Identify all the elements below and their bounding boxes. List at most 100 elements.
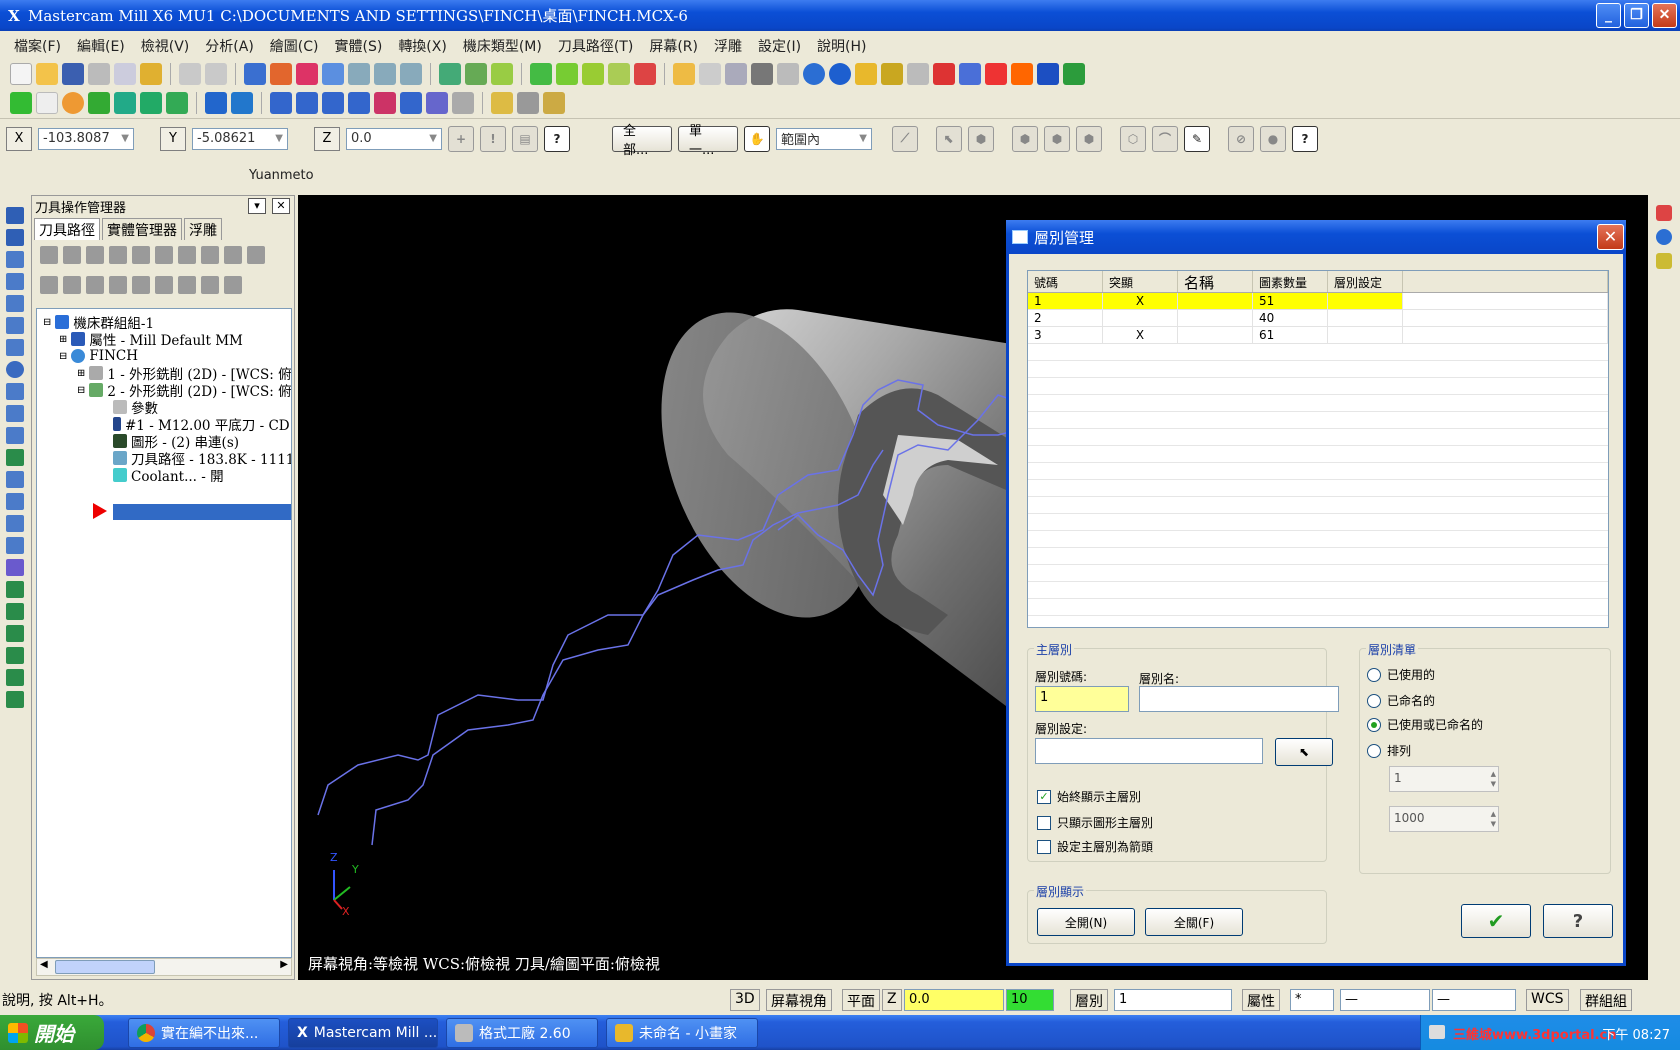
globe-view-icon[interactable]: [1656, 229, 1672, 245]
level-input[interactable]: 1: [1114, 989, 1232, 1011]
back-face-icon[interactable]: ⬡: [1120, 125, 1146, 152]
refresh-icon[interactable]: [1656, 253, 1672, 269]
chain-icon[interactable]: ⟋: [892, 125, 918, 152]
mode-3d-button[interactable]: 3D: [730, 989, 760, 1011]
tray-keyboard-icon[interactable]: [1429, 1025, 1445, 1039]
y-axis-button[interactable]: Y: [160, 126, 186, 151]
y-coordinate-field[interactable]: -5.08621 ▼: [192, 127, 288, 150]
taskbar-item-mastercam[interactable]: X Mastercam Mill ...: [288, 1018, 438, 1048]
toolpath-3d-icon[interactable]: [6, 229, 24, 246]
array-icon[interactable]: [426, 92, 448, 114]
select-single-button[interactable]: 單一...: [678, 124, 738, 158]
slot-icon[interactable]: [6, 317, 24, 334]
collapse-icon[interactable]: ⊟: [59, 351, 67, 362]
menu-view[interactable]: 檢視(V): [133, 36, 198, 56]
display-group-icon[interactable]: [224, 276, 242, 294]
x-coordinate-field[interactable]: -103.8087 ▼: [38, 127, 134, 150]
always-show-main-level-checkbox[interactable]: ✓ 始終顯示主層別: [1037, 788, 1141, 805]
level-name-input[interactable]: [1139, 686, 1339, 712]
level-set-select-button[interactable]: ⬉: [1275, 738, 1333, 766]
waterline-icon[interactable]: [6, 647, 24, 664]
selection-help-icon[interactable]: ?: [1292, 125, 1318, 152]
zoom-in-icon[interactable]: [348, 63, 370, 85]
orange-box-icon[interactable]: [1011, 63, 1033, 85]
spinner-arrows-icon[interactable]: ▲ ▼: [1491, 809, 1496, 829]
dropdown-icon[interactable]: ▾: [248, 198, 266, 214]
tab-toolpaths[interactable]: 刀具路徑: [34, 218, 100, 240]
radio-dot[interactable]: [1367, 667, 1381, 682]
line-style-select[interactable]: —: [1340, 989, 1430, 1011]
col-number[interactable]: 號碼: [1028, 271, 1103, 292]
single-display-icon[interactable]: [201, 276, 219, 294]
insert-arrow-icon[interactable]: [155, 276, 173, 294]
radio-range[interactable]: 排列: [1367, 742, 1411, 759]
offset-icon[interactable]: [374, 92, 396, 114]
nest-icon[interactable]: [452, 92, 474, 114]
menu-xform[interactable]: 轉換(X): [390, 36, 455, 56]
verify-icon[interactable]: ✎: [1184, 125, 1210, 152]
menu-screen[interactable]: 屏幕(R): [641, 36, 706, 56]
circle-icon[interactable]: [62, 92, 84, 114]
move-up-icon[interactable]: [132, 276, 150, 294]
print-preview-icon[interactable]: [114, 63, 136, 85]
toolpath-icon[interactable]: [751, 63, 773, 85]
radio-named[interactable]: 已命名的: [1367, 692, 1435, 709]
cell-highlight[interactable]: X: [1103, 327, 1178, 343]
help-button[interactable]: ?: [1543, 904, 1613, 938]
tool-select-icon[interactable]: [491, 92, 513, 114]
tab-art[interactable]: 浮雕: [184, 218, 222, 240]
tree-horizontal-scrollbar[interactable]: ◀ ▶: [36, 958, 292, 976]
scale-icon[interactable]: [348, 92, 370, 114]
all-on-button[interactable]: 全開(N): [1037, 908, 1135, 936]
simulate-icon[interactable]: [178, 246, 196, 264]
engrave-icon[interactable]: [6, 449, 24, 466]
col-name[interactable]: 名稱: [1178, 271, 1253, 292]
contour-icon[interactable]: [6, 625, 24, 642]
ok-button[interactable]: ✔: [1461, 904, 1531, 938]
frame-icon[interactable]: [6, 515, 24, 532]
pencil-tool-icon[interactable]: [6, 691, 24, 708]
rectangle-icon[interactable]: [88, 92, 110, 114]
spinner-arrows-icon[interactable]: ▲ ▼: [1491, 769, 1496, 789]
plane-button[interactable]: 平面: [842, 989, 880, 1011]
project-icon[interactable]: [400, 92, 422, 114]
fast-point-icon[interactable]: +: [448, 125, 474, 152]
menu-help[interactable]: 說明(H): [809, 36, 874, 56]
set-main-level-arrow-checkbox[interactable]: 設定主層別為箭頭: [1037, 838, 1153, 855]
help-check-icon[interactable]: [933, 63, 955, 85]
face-icon[interactable]: [6, 295, 24, 312]
taskbar-item-chrome[interactable]: 實在編不出來...: [128, 1018, 280, 1048]
insert-arrow-marker[interactable]: [93, 503, 107, 519]
fillet-icon[interactable]: [114, 92, 136, 114]
layers-icon[interactable]: [6, 581, 24, 598]
new-file-icon[interactable]: [10, 63, 32, 85]
selection-range-select[interactable]: 範圍內 ▼: [776, 127, 872, 150]
x-axis-button[interactable]: X: [6, 126, 32, 151]
ops-help-icon[interactable]: [247, 246, 265, 264]
scroll-icon[interactable]: [178, 276, 196, 294]
pencil-icon[interactable]: [855, 63, 877, 85]
export-icon[interactable]: [1063, 63, 1085, 85]
tree-node-op-2[interactable]: ⊟ 2 - 外形銑削 (2D) - [WCS: 俯: [77, 381, 291, 400]
menu-file[interactable]: 檔案(F): [6, 36, 69, 56]
entity-icon[interactable]: ⬢: [968, 125, 994, 152]
paint-icon[interactable]: [140, 63, 162, 85]
level-dialog-close-button[interactable]: ✕: [1597, 224, 1624, 250]
scallop-icon[interactable]: [6, 669, 24, 686]
solid-edge-icon[interactable]: ⬢: [1044, 125, 1070, 152]
mirror-icon[interactable]: [322, 92, 344, 114]
redo-icon[interactable]: [205, 63, 227, 85]
iso-view-icon[interactable]: [530, 63, 552, 85]
alert-icon[interactable]: !: [480, 125, 506, 152]
open-folder-icon[interactable]: [36, 63, 58, 85]
solid-body-icon[interactable]: ⬢: [1076, 125, 1102, 152]
radio-dot-selected[interactable]: [1367, 717, 1381, 732]
gem-icon[interactable]: [6, 559, 24, 576]
menu-edit[interactable]: 編輯(E): [69, 36, 133, 56]
menu-toolpaths[interactable]: 刀具路徑(T): [550, 36, 641, 56]
select-all-button[interactable]: 全部...: [612, 124, 672, 158]
checkbox-unchecked[interactable]: [1037, 839, 1051, 854]
zoom-window-icon[interactable]: [322, 63, 344, 85]
z-depth-button[interactable]: Z: [882, 989, 902, 1011]
rotate-icon[interactable]: [296, 92, 318, 114]
